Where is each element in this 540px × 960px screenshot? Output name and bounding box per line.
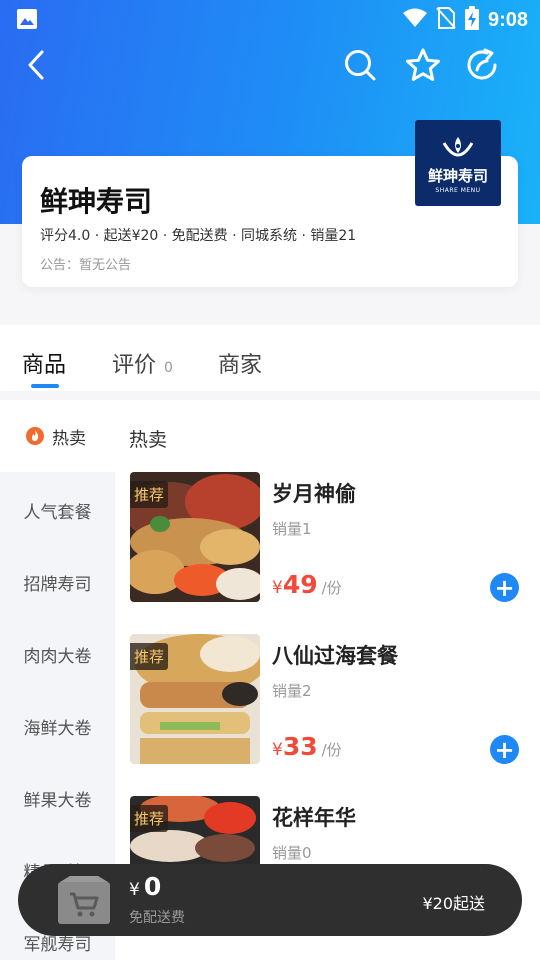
product-name: 八仙过海套餐 xyxy=(272,644,398,668)
product-name: 花样年华 xyxy=(272,806,356,830)
tab-merchant[interactable]: 商家 xyxy=(218,347,262,379)
status-time: 9:08 xyxy=(487,8,528,31)
sidebar-item-meat-roll[interactable]: 肉肉大卷 xyxy=(0,642,115,667)
sidebar-item-hot[interactable]: 热卖 xyxy=(0,400,115,472)
section-title: 热卖 xyxy=(129,429,168,451)
search-icon xyxy=(345,50,376,81)
store-name: 鲜珅寿司 xyxy=(40,185,153,218)
gallery-icon xyxy=(16,8,38,34)
price-value: 33 xyxy=(282,732,318,761)
status-bar: 9:08 xyxy=(0,0,540,38)
store-notice: 公告：暂无公告 xyxy=(40,258,132,273)
sidebar-item-fruit-roll[interactable]: 鲜果大卷 xyxy=(0,786,115,811)
battery-charging-icon xyxy=(464,6,480,34)
price-currency: ¥ xyxy=(272,578,283,598)
product-item[interactable]: 推荐 岁月神偷 销量1 ¥49/份 + xyxy=(130,472,530,602)
search-button[interactable] xyxy=(339,44,381,86)
add-to-cart-button[interactable]: + xyxy=(490,735,519,764)
star-icon xyxy=(406,48,440,81)
product-sales: 销量0 xyxy=(272,844,312,862)
store-tabs: 商品 评价 0 商家 xyxy=(0,325,540,391)
logo-text: 鲜珅寿司 xyxy=(427,166,488,185)
share-button[interactable] xyxy=(461,44,503,86)
recommend-badge: 推荐 xyxy=(130,643,169,670)
product-item[interactable]: 推荐 八仙过海套餐 销量2 ¥33/份 + xyxy=(130,634,530,764)
price-value: 49 xyxy=(282,570,318,599)
price-unit: /份 xyxy=(321,741,342,759)
sidebar-item-seafood-roll[interactable]: 海鲜大卷 xyxy=(0,714,115,739)
add-to-cart-button[interactable]: + xyxy=(490,573,519,602)
cart-amount: 0 xyxy=(143,872,162,901)
cart-bar[interactable]: ¥0 免配送费 ¥20起送 xyxy=(18,864,522,936)
product-name: 岁月神偷 xyxy=(272,482,356,506)
min-order-label: ¥20起送 xyxy=(422,894,485,913)
tab-reviews[interactable]: 评价 0 xyxy=(112,347,173,379)
tab-label: 商品 xyxy=(22,353,67,378)
sidebar-item-signature-sushi[interactable]: 招牌寿司 xyxy=(0,570,115,595)
active-tab-indicator xyxy=(31,384,59,388)
recommend-badge: 推荐 xyxy=(130,805,169,832)
plus-icon: + xyxy=(494,735,515,764)
cart-delivery-fee: 免配送费 xyxy=(129,910,185,926)
top-nav xyxy=(0,40,540,90)
sidebar-item-popular-set[interactable]: 人气套餐 xyxy=(0,498,115,523)
logo-emblem-icon xyxy=(442,136,474,156)
product-sales: 销量2 xyxy=(272,682,312,700)
sidebar-hot-label: 热卖 xyxy=(52,428,86,449)
share-icon xyxy=(467,48,497,80)
store-meta: 评分4.0 · 起送¥20 · 免配送费 · 同城系统 · 销量21 xyxy=(40,228,357,244)
cart-total: ¥0 xyxy=(129,872,161,901)
wifi-icon xyxy=(402,8,428,32)
cart-currency: ¥ xyxy=(129,880,140,900)
tab-label: 商家 xyxy=(218,353,263,378)
price-unit: /份 xyxy=(321,579,342,597)
recommend-badge: 推荐 xyxy=(130,481,169,508)
tab-label: 评价 xyxy=(112,353,157,378)
chevron-left-icon xyxy=(28,50,44,80)
back-button[interactable] xyxy=(15,44,57,86)
review-count: 0 xyxy=(164,360,173,376)
no-sim-icon xyxy=(436,7,456,33)
flame-icon xyxy=(26,427,44,445)
store-logo: 鲜珅寿司 SHARE MENU xyxy=(415,120,501,206)
favorite-button[interactable] xyxy=(402,44,444,86)
price-currency: ¥ xyxy=(272,740,283,760)
product-price: ¥49/份 xyxy=(272,570,342,599)
product-sales: 销量1 xyxy=(272,520,312,538)
cart-icon[interactable] xyxy=(54,874,114,926)
logo-subtext: SHARE MENU xyxy=(435,186,481,194)
tab-products[interactable]: 商品 xyxy=(22,347,66,379)
product-price: ¥33/份 xyxy=(272,732,342,761)
plus-icon: + xyxy=(494,573,515,602)
